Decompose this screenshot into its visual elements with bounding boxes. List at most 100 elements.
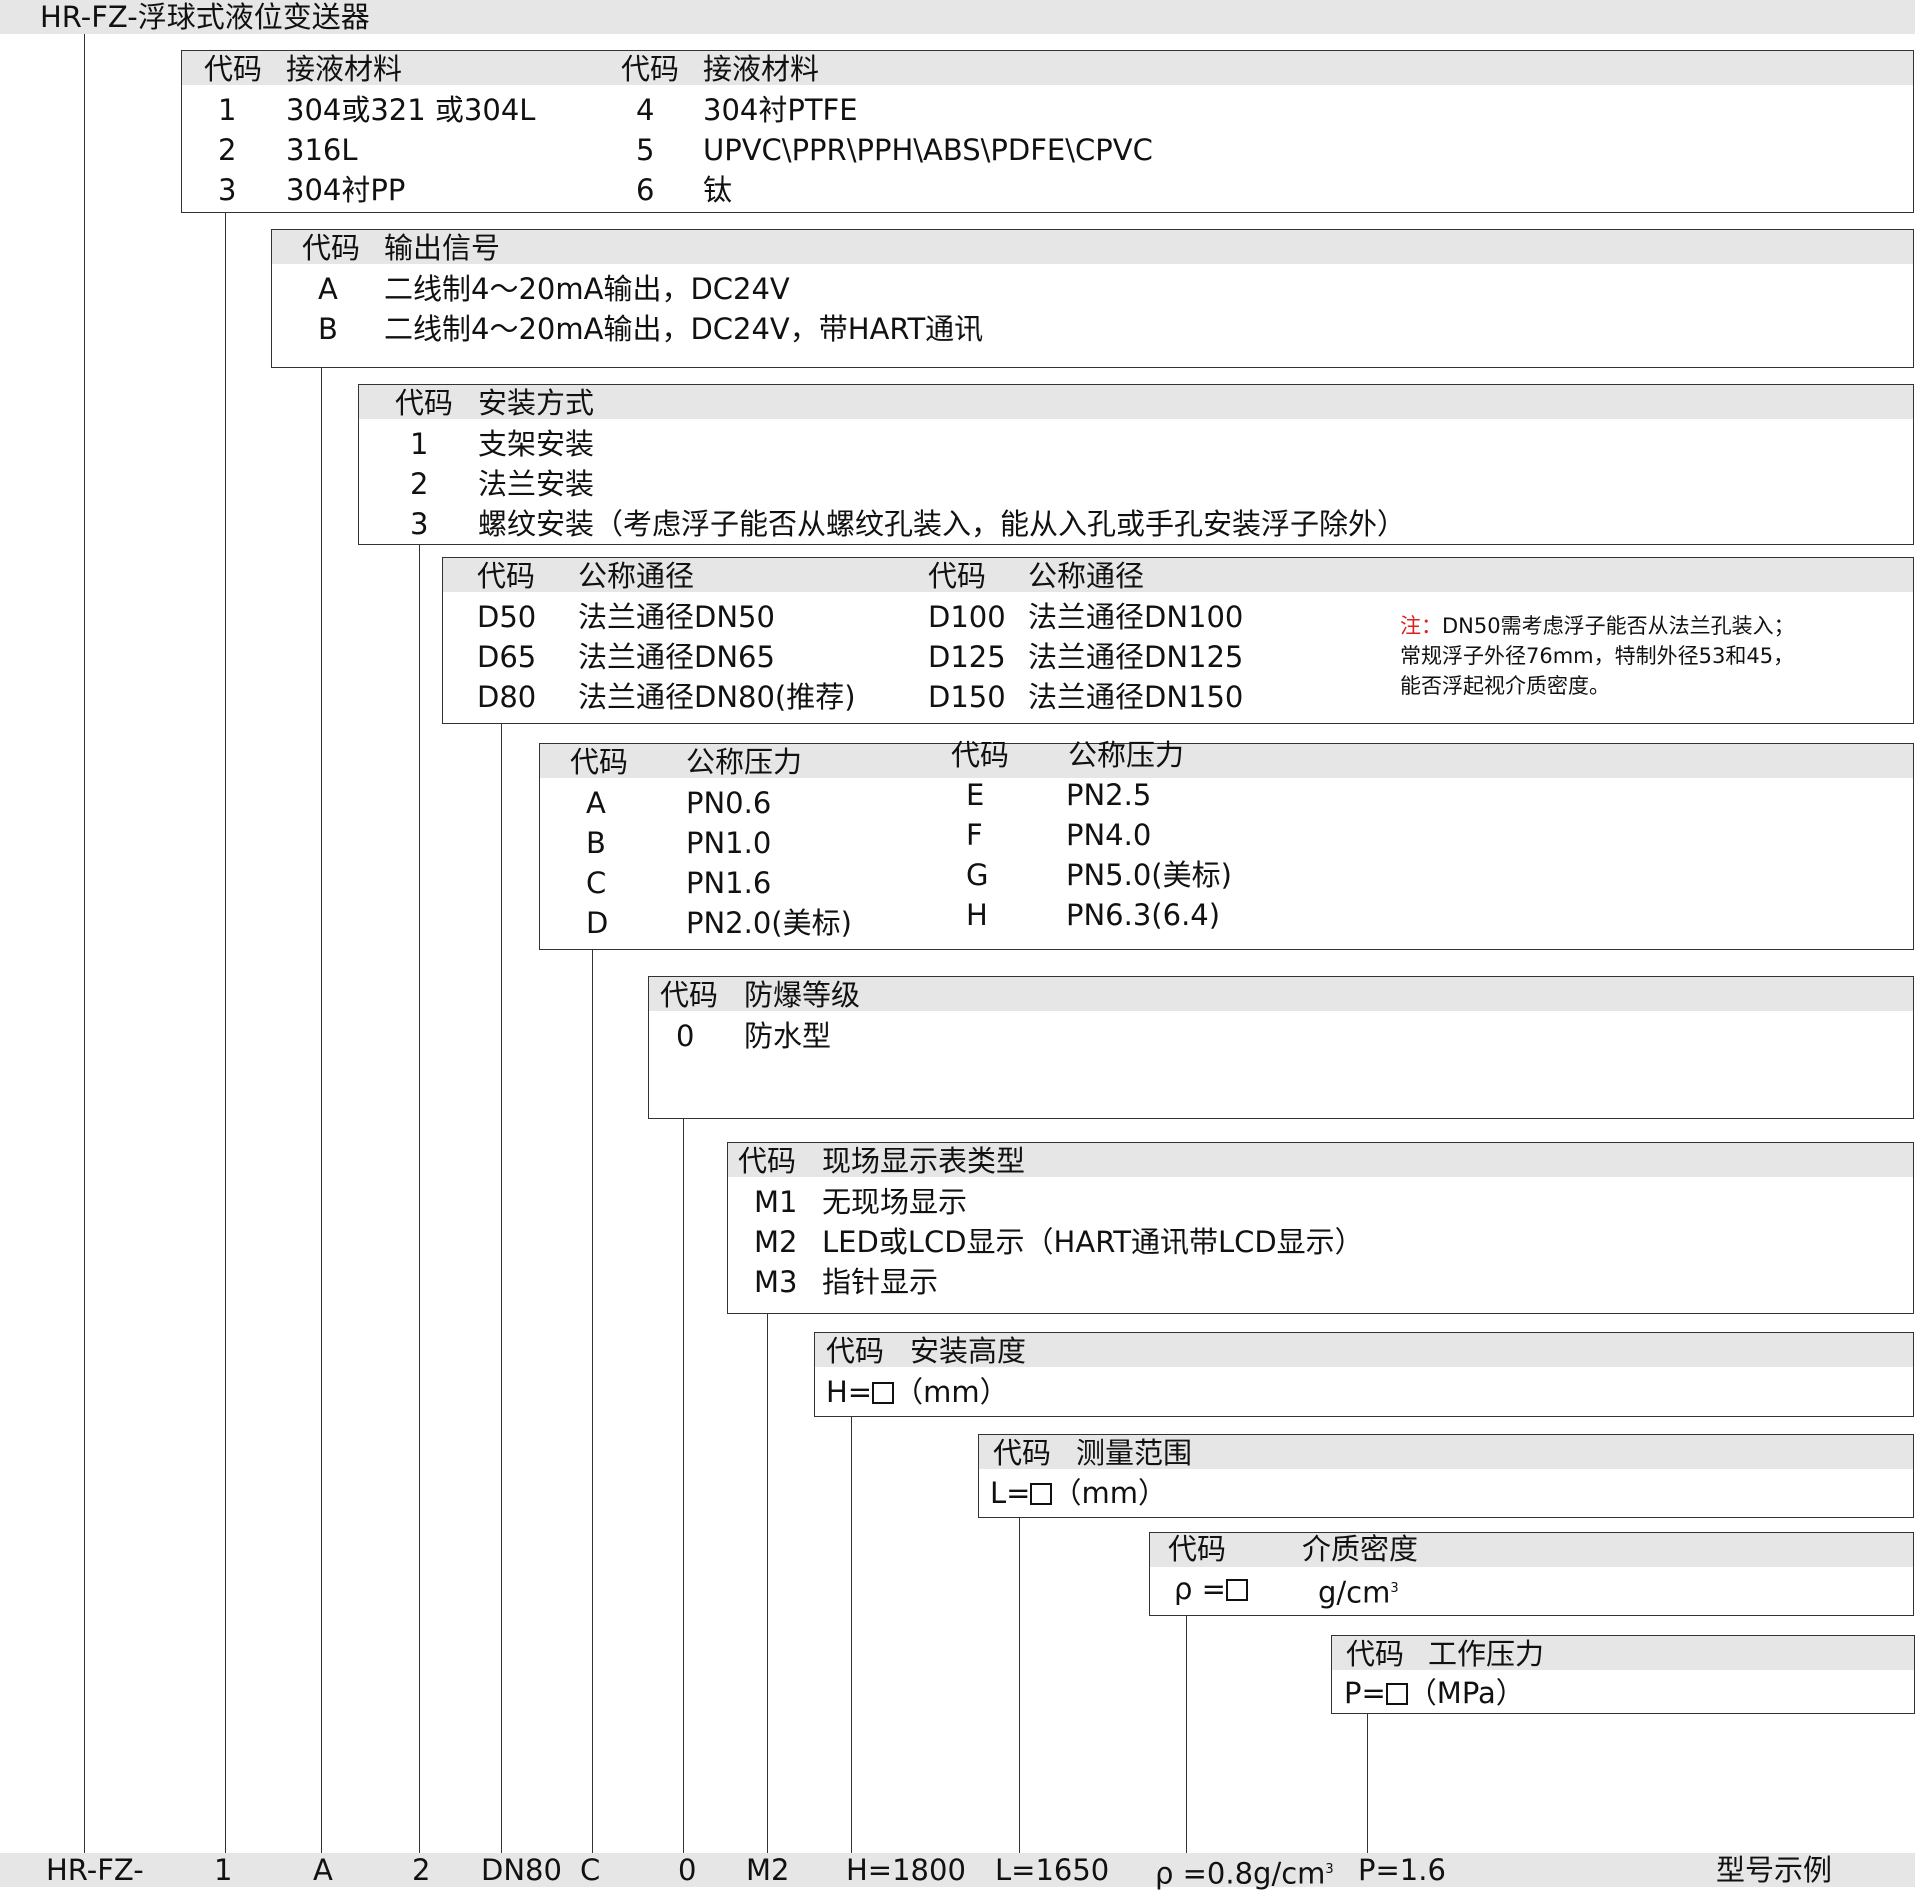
density-name-header: 介质密度	[1302, 1532, 1419, 1566]
example-install: 2	[412, 1853, 431, 1887]
material-name: 钛	[703, 173, 733, 207]
pressure-name: PN6.3(6.4)	[1066, 898, 1221, 932]
dn-code-header-2: 代码	[928, 559, 987, 593]
material-name: 304衬PP	[286, 173, 406, 207]
example-range: L=1650	[995, 1853, 1110, 1887]
blank-box-icon	[1385, 1683, 1408, 1705]
connector-line-height	[851, 1416, 852, 1853]
note-prefix: 注：	[1400, 614, 1442, 638]
example-output: A	[313, 1853, 333, 1887]
material-name-header-2: 接液材料	[703, 52, 820, 86]
range-name-header: 测量范围	[1076, 1436, 1193, 1470]
dn-code: D100	[928, 600, 1006, 634]
pressure-code: G	[966, 858, 989, 892]
density-value: ρ =	[1174, 1572, 1248, 1606]
dn-name-header-2: 公称通径	[1028, 559, 1145, 593]
connector-line-density	[1186, 1615, 1187, 1853]
density-prefix: ρ =	[1174, 1572, 1226, 1606]
install-name: 法兰安装	[478, 467, 595, 501]
range-code-header: 代码	[993, 1436, 1052, 1470]
material-name: 304或321 或304L	[286, 93, 536, 127]
density-code-header: 代码	[1168, 1532, 1227, 1566]
pressure-code: A	[586, 786, 606, 820]
output-code: A	[318, 272, 338, 306]
material-name-header: 接液材料	[286, 52, 403, 86]
pressure-name: PN0.6	[686, 786, 772, 820]
dn-name: 法兰通径DN100	[1028, 600, 1244, 634]
explosion-code-header: 代码	[660, 978, 719, 1012]
pressure-name: PN2.0(美标)	[686, 906, 852, 940]
connector-line-install	[419, 544, 420, 1853]
display-code: M3	[754, 1265, 798, 1299]
connector-line-model	[84, 34, 85, 1853]
display-name: 指针显示	[822, 1265, 939, 1299]
example-label: 型号示例	[1716, 1853, 1833, 1887]
material-code: 6	[636, 173, 655, 207]
density-box	[1149, 1532, 1914, 1616]
example-density: ρ =0.8g/cm3	[1155, 1856, 1334, 1891]
pressure-name: PN4.0	[1066, 818, 1152, 852]
pressure-code: E	[966, 778, 985, 812]
height-code-header: 代码	[826, 1334, 885, 1368]
material-box	[181, 50, 1914, 213]
pressure-name: PN1.6	[686, 866, 772, 900]
work-pressure-name-header: 工作压力	[1428, 1637, 1545, 1671]
page-title: HR-FZ-浮球式液位变送器	[40, 0, 370, 34]
example-height: H=1800	[846, 1853, 966, 1887]
connector-line-range	[1019, 1517, 1020, 1853]
material-code: 2	[218, 133, 237, 167]
connector-line-explosion	[683, 1118, 684, 1853]
density-header	[1150, 1533, 1913, 1567]
pressure-code: C	[586, 866, 607, 900]
install-code: 2	[410, 467, 429, 501]
dn-name: 法兰通径DN80(推荐)	[578, 680, 856, 714]
pressure-code: B	[586, 826, 606, 860]
dn-code-header: 代码	[477, 559, 536, 593]
blank-box-icon	[1030, 1483, 1053, 1505]
dn-note-line-3: 能否浮起视介质密度。	[1400, 674, 1610, 698]
output-code-header: 代码	[302, 231, 361, 265]
install-name-header: 安装方式	[478, 386, 595, 420]
material-code: 3	[218, 173, 237, 207]
display-name: 无现场显示	[822, 1185, 968, 1219]
material-code: 1	[218, 93, 237, 127]
display-name-header: 现场显示表类型	[822, 1144, 1026, 1178]
material-name: 304衬PTFE	[703, 93, 858, 127]
blank-box-icon	[1225, 1579, 1248, 1601]
dn-name: 法兰通径DN150	[1028, 680, 1244, 714]
work-pressure-unit: （MPa）	[1407, 1676, 1525, 1710]
example-material: 1	[214, 1853, 233, 1887]
install-code: 1	[410, 427, 429, 461]
work-pressure-prefix: P=	[1344, 1676, 1386, 1710]
pressure-code: H	[966, 898, 988, 932]
range-prefix: L=	[990, 1476, 1031, 1510]
height-prefix: H=	[826, 1375, 873, 1409]
example-work-pressure: P=1.6	[1358, 1853, 1446, 1887]
dn-code: D80	[477, 680, 537, 714]
height-name-header: 安装高度	[910, 1334, 1027, 1368]
pressure-code-header: 代码	[570, 745, 629, 779]
blank-box-icon	[872, 1382, 895, 1404]
dn-code: D125	[928, 640, 1006, 674]
work-pressure-value: P= （MPa）	[1344, 1676, 1525, 1710]
dn-note-line-1: 注：DN50需考虑浮子能否从法兰孔装入；	[1400, 611, 1795, 641]
connector-line-display	[767, 1313, 768, 1853]
range-value: L= （mm）	[990, 1476, 1167, 1510]
connector-line-work-pressure	[1367, 1713, 1368, 1853]
pressure-name: PN1.0	[686, 826, 772, 860]
dn-name-header: 公称通径	[578, 559, 695, 593]
output-name: 二线制4～20mA输出，DC24V	[384, 272, 790, 306]
install-code-header: 代码	[395, 386, 454, 420]
dn-code: D150	[928, 680, 1006, 714]
pressure-name-header: 公称压力	[686, 745, 803, 779]
range-unit: （mm）	[1052, 1476, 1167, 1510]
material-header	[182, 51, 1913, 85]
display-code: M1	[754, 1185, 798, 1219]
pressure-code-header-2: 代码	[951, 738, 1010, 772]
output-code: B	[318, 312, 338, 346]
material-code: 4	[636, 93, 655, 127]
dn-note-line-2: 常规浮子外径76mm，特制外径53和45，	[1400, 644, 1795, 668]
material-name: UPVC\PPR\PPH\ABS\PDFE\CPVC	[703, 133, 1153, 167]
note-text: DN50需考虑浮子能否从法兰孔装入；	[1442, 614, 1795, 638]
display-name: LED或LCD显示（HART通讯带LCD显示）	[822, 1225, 1364, 1259]
